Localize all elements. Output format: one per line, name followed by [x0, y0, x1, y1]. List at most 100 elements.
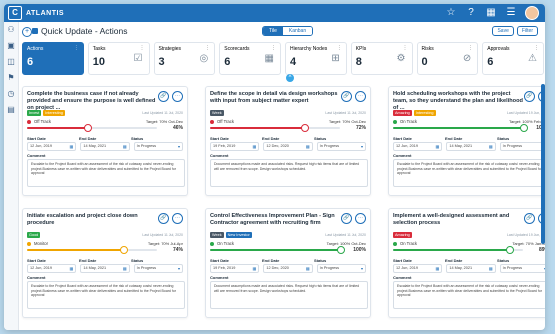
chevron-down-icon[interactable]: ▾: [178, 265, 180, 272]
status-select[interactable]: In Progress▾: [499, 142, 545, 151]
more-icon[interactable]: ⋮: [468, 45, 473, 51]
comment-field[interactable]: Escalate to the Project Board with an as…: [27, 159, 185, 187]
grid-icon[interactable]: ▦: [485, 6, 497, 20]
help-icon[interactable]: ?: [465, 6, 477, 20]
comment-field[interactable]: Document assumptions made and associated…: [210, 159, 368, 187]
status-select[interactable]: In Progress▾: [133, 142, 183, 151]
progress-bar[interactable]: [210, 124, 340, 132]
card-title[interactable]: Hold scheduling workshops with the proje…: [393, 91, 523, 112]
card-title[interactable]: Define the scope in detail via design wo…: [210, 91, 340, 105]
tile-risks[interactable]: Risks 0 ⋮ ⊘: [416, 42, 479, 75]
tab-kanban[interactable]: Kanban: [282, 27, 313, 35]
card-title[interactable]: Control Effectiveness Improvement Plan -…: [210, 213, 340, 227]
card-title[interactable]: Implement a well-designed assessment and…: [393, 213, 523, 227]
start-date-field[interactable]: 19 Feb, 2019 ▦: [210, 264, 260, 273]
progress-knob[interactable]: [300, 124, 309, 132]
chevron-down-icon[interactable]: ▾: [544, 265, 545, 272]
end-date-field[interactable]: 12 Dec, 2020 ▦: [263, 264, 313, 273]
chevron-down-icon[interactable]: ▾: [361, 143, 363, 150]
comment-field[interactable]: Escalate to the Project Board with an as…: [393, 281, 545, 309]
filter-button[interactable]: Filter: [516, 26, 538, 36]
link-icon[interactable]: 🔗: [524, 91, 535, 102]
clock-icon[interactable]: ◷: [4, 86, 18, 102]
link-icon[interactable]: 🔗: [524, 213, 535, 224]
progress-bar[interactable]: [393, 246, 523, 254]
action-card[interactable]: Hold scheduling workshops with the proje…: [388, 86, 545, 196]
more-icon[interactable]: ⋮: [205, 45, 210, 51]
more-icon[interactable]: ⋮: [337, 45, 342, 51]
calendar-icon[interactable]: ▦: [489, 143, 493, 150]
calendar-icon[interactable]: ▦: [253, 265, 257, 272]
progress-bar[interactable]: [27, 124, 157, 132]
progress-bar[interactable]: [393, 124, 528, 132]
more-icon[interactable]: ⋮: [74, 45, 79, 51]
start-date-field[interactable]: 12 Jun, 2019 ▦: [27, 264, 77, 273]
more-icon[interactable]: ⋮: [271, 45, 276, 51]
more-icon[interactable]: ⋯: [355, 213, 366, 224]
action-card[interactable]: Control Effectiveness Improvement Plan -…: [205, 208, 371, 318]
status-select[interactable]: In Progress▾: [133, 264, 183, 273]
calendar-icon[interactable]: ▦: [123, 143, 127, 150]
tile-actions[interactable]: Actions 6 ⋮: [22, 42, 84, 75]
calendar-icon[interactable]: ▦: [436, 265, 440, 272]
tile-tasks[interactable]: Tasks 10 ⋮ ☑: [87, 42, 150, 75]
link-icon[interactable]: 🔗: [341, 213, 352, 224]
brand[interactable]: C ATLANTIS: [8, 6, 64, 20]
progress-knob[interactable]: [83, 124, 92, 132]
save-button[interactable]: Save: [492, 26, 514, 36]
calendar-icon[interactable]: ▦: [70, 143, 74, 150]
more-icon[interactable]: ⋮: [534, 45, 539, 51]
status-select[interactable]: In Progress▾: [316, 264, 366, 273]
calendar-icon[interactable]: ▦: [123, 265, 127, 272]
comment-field[interactable]: Document assumptions made and associated…: [210, 281, 368, 309]
link-icon[interactable]: 🔗: [158, 213, 169, 224]
add-icon[interactable]: +: [22, 27, 32, 37]
menu-icon[interactable]: ☰: [505, 6, 517, 20]
end-date-field[interactable]: 14 May, 2021 ▦: [80, 142, 130, 151]
card-title[interactable]: Complete the business case if not alread…: [27, 91, 157, 112]
progress-bar[interactable]: [210, 246, 345, 254]
document-icon[interactable]: ▤: [4, 102, 18, 118]
tile-strategies[interactable]: Strategies 3 ⋮ ◎: [153, 42, 216, 75]
progress-knob[interactable]: [520, 124, 528, 132]
calendar-icon[interactable]: ▦: [253, 143, 257, 150]
tile-approvals[interactable]: Approvals 6 ⋮ ⚠: [482, 42, 544, 75]
tile-scorecards[interactable]: Scorecards 6 ⋮ ▦: [219, 42, 281, 75]
calendar-icon[interactable]: ▦: [306, 265, 310, 272]
more-icon[interactable]: ⋮: [140, 45, 145, 51]
progress-bar[interactable]: [27, 246, 157, 254]
action-card[interactable]: Initiate escalation and project close do…: [22, 208, 188, 318]
tile-hierarchy-nodes[interactable]: Hierarchy Nodes 4 ⋮ ⊞: [285, 42, 347, 75]
progress-knob[interactable]: [120, 246, 129, 254]
star-icon[interactable]: ☆: [445, 6, 457, 20]
progress-knob[interactable]: [505, 246, 514, 254]
users-icon[interactable]: ⚇: [4, 22, 18, 38]
avatar[interactable]: [525, 6, 539, 20]
action-card[interactable]: Define the scope in detail via design wo…: [205, 86, 371, 196]
calendar-icon[interactable]: ▦: [436, 143, 440, 150]
status-select[interactable]: In Progress▾: [316, 142, 366, 151]
start-date-field[interactable]: 19 Feb, 2019 ▦: [210, 142, 260, 151]
comment-field[interactable]: Escalate to the Project Board with an as…: [393, 159, 545, 187]
chevron-down-icon[interactable]: ▾: [178, 143, 180, 150]
start-date-field[interactable]: 12 Jun, 2019 ▦: [27, 142, 77, 151]
action-card[interactable]: Implement a well-designed assessment and…: [388, 208, 545, 318]
end-date-field[interactable]: 14 May, 2021 ▦: [80, 264, 130, 273]
more-icon[interactable]: ⋯: [172, 91, 183, 102]
scrollbar[interactable]: [541, 84, 545, 244]
end-date-field[interactable]: 12 Dec, 2020 ▦: [263, 142, 313, 151]
calendar-icon[interactable]: ▦: [489, 265, 493, 272]
card-title[interactable]: Initiate escalation and project close do…: [27, 213, 157, 227]
flag-icon[interactable]: ⚑: [4, 70, 18, 86]
comment-field[interactable]: Escalate to the Project Board with an as…: [27, 281, 185, 309]
start-date-field[interactable]: 12 Jun, 2019 ▦: [393, 264, 443, 273]
grid-icon[interactable]: ▣: [4, 38, 18, 54]
link-icon[interactable]: 🔗: [158, 91, 169, 102]
link-icon[interactable]: 🔗: [341, 91, 352, 102]
more-icon[interactable]: ⋯: [355, 91, 366, 102]
progress-knob[interactable]: [337, 246, 345, 254]
start-date-field[interactable]: 12 Jun, 2019 ▦: [393, 142, 443, 151]
status-select[interactable]: In Progress▾: [499, 264, 545, 273]
calendar-icon[interactable]: ▦: [306, 143, 310, 150]
more-icon[interactable]: ⋯: [172, 213, 183, 224]
